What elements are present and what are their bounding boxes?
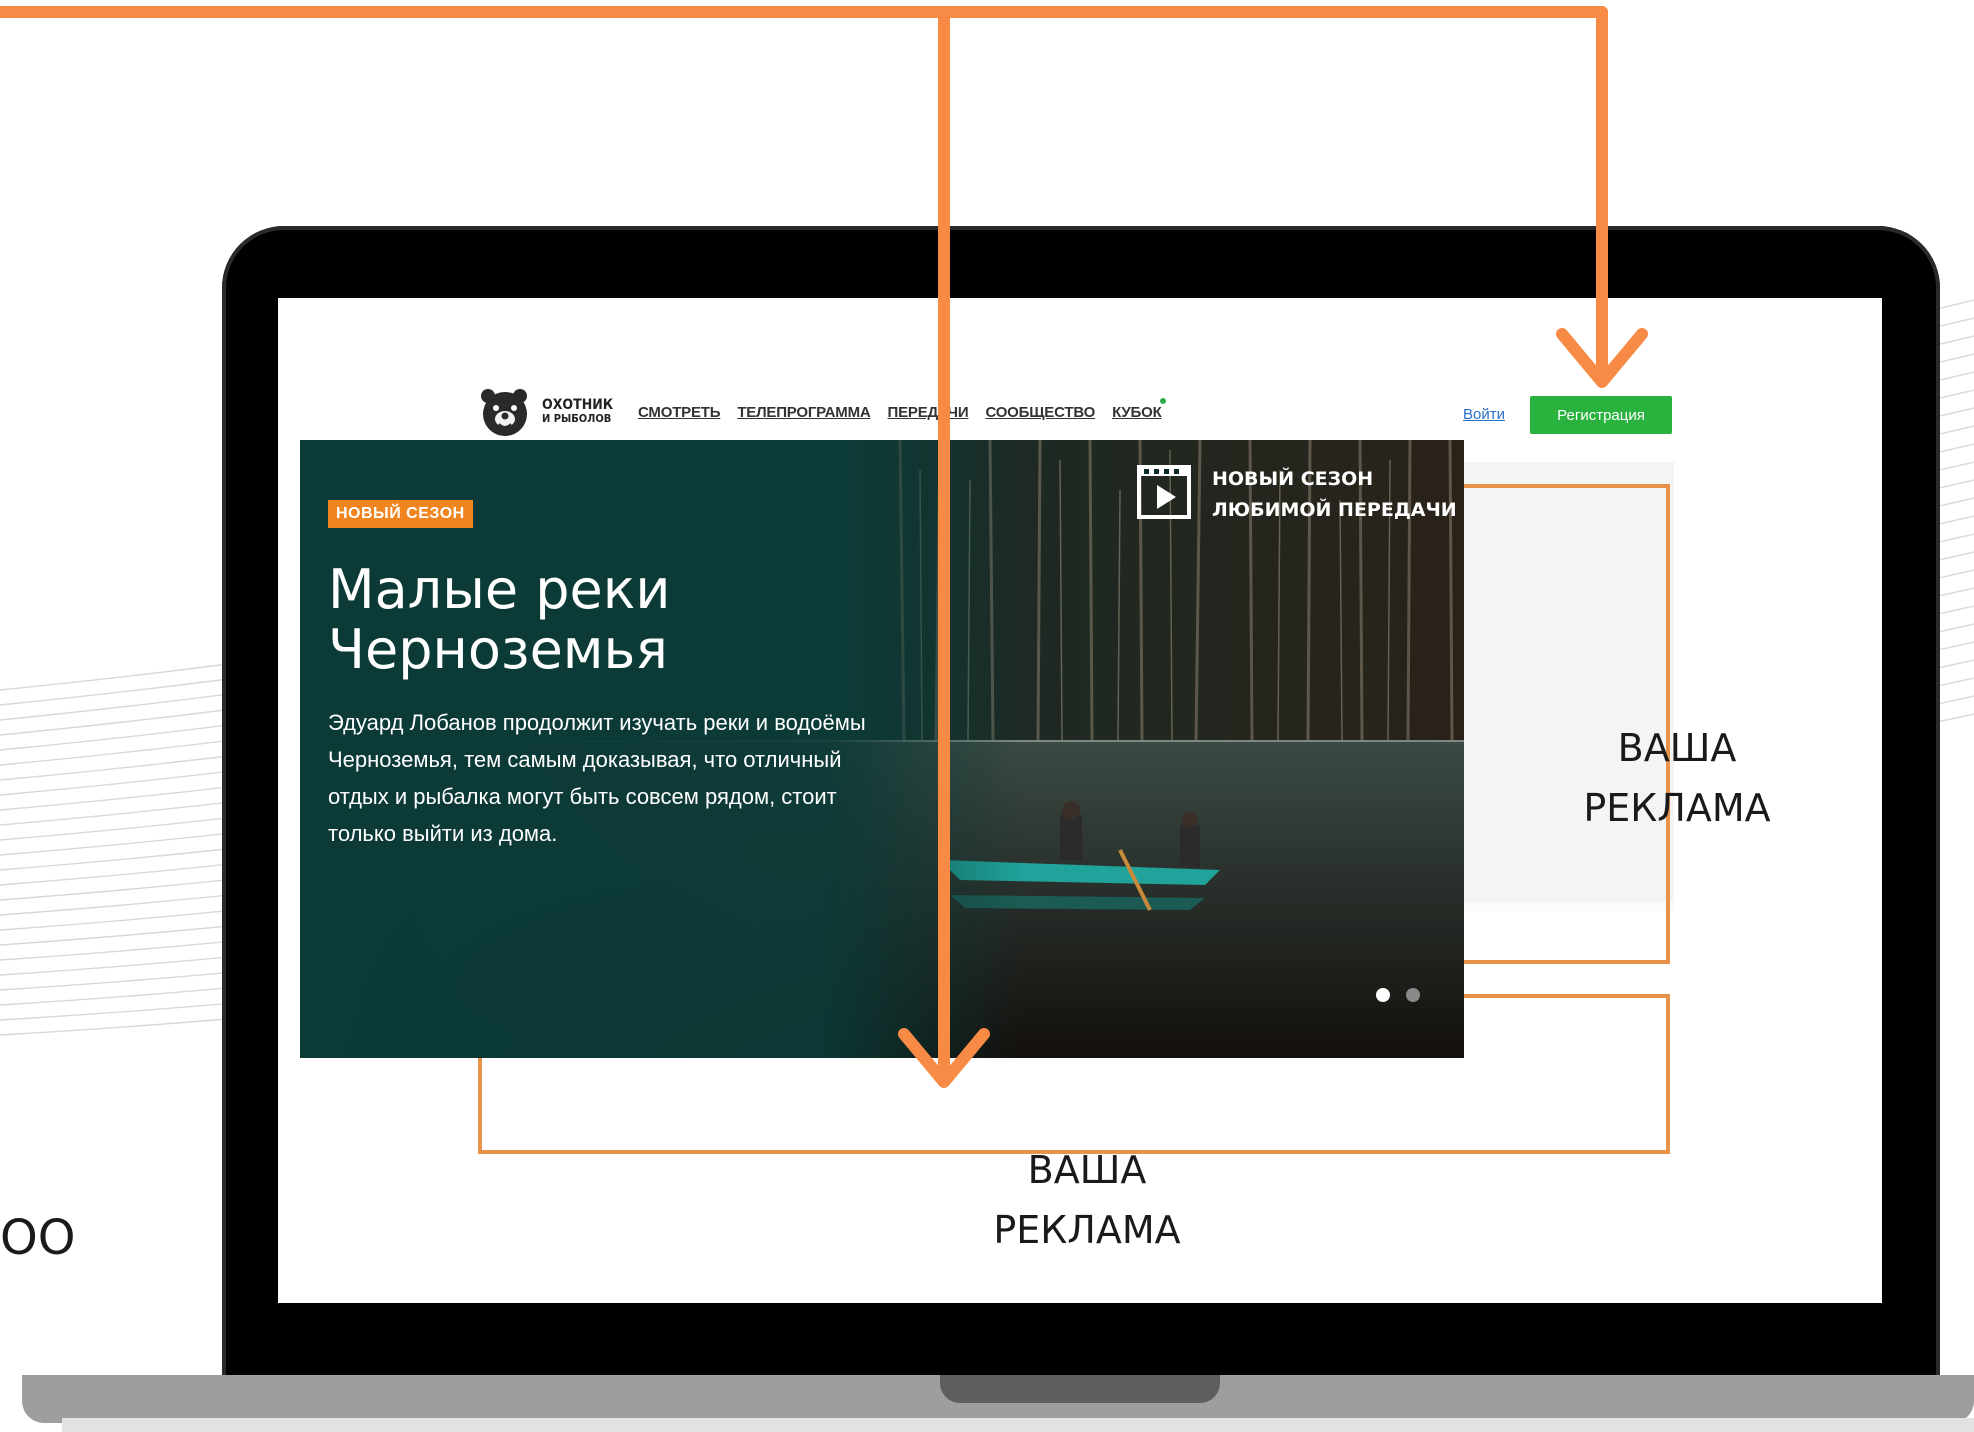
hero-banner[interactable]: НОВЫЙ СЕЗОН Малые реки Черноземья Эдуард… bbox=[300, 440, 1464, 1058]
laptop-base-shadow bbox=[62, 1418, 1974, 1432]
new-season-promo[interactable]: НОВЫЙ СЕЗОН ЛЮБИМОЙ ПЕРЕДАЧИ bbox=[1136, 464, 1457, 526]
ad-label-bottom-line1: ВАША bbox=[1027, 1148, 1147, 1192]
new-season-badge: НОВЫЙ СЕЗОН bbox=[328, 500, 473, 528]
bear-icon bbox=[481, 389, 527, 436]
hero-title: Малые реки Черноземья bbox=[328, 558, 671, 681]
nav-item-cup[interactable]: КУБОК bbox=[1112, 404, 1162, 421]
login-link[interactable]: Войти bbox=[1463, 406, 1505, 423]
slider-dot[interactable] bbox=[1406, 988, 1420, 1002]
ad-label-right-line1: ВАША bbox=[1617, 726, 1737, 770]
season-line1: НОВЫЙ СЕЗОН bbox=[1212, 468, 1374, 490]
laptop-notch bbox=[940, 1375, 1220, 1403]
play-icon bbox=[1137, 465, 1191, 519]
background-partial-text: OO bbox=[0, 1210, 76, 1266]
season-text: НОВЫЙ СЕЗОН ЛЮБИМОЙ ПЕРЕДАЧИ bbox=[1212, 464, 1457, 526]
main-nav: СМОТРЕТЬ ТЕЛЕПРОГРАММА ПЕРЕДАЧИ СООБЩЕСТ… bbox=[638, 404, 1162, 421]
nav-item-watch[interactable]: СМОТРЕТЬ bbox=[638, 404, 721, 421]
nav-notification-dot bbox=[1160, 398, 1166, 404]
ad-label-bottom: ВАША РЕКЛАМА bbox=[955, 1140, 1219, 1260]
slider-dot-active[interactable] bbox=[1376, 988, 1390, 1002]
logo-line2: И РЫБОЛОВ bbox=[542, 412, 612, 425]
ad-label-right-line2: РЕКЛАМА bbox=[1583, 786, 1771, 830]
register-button[interactable]: Регистрация bbox=[1530, 396, 1672, 434]
ad-label-right: ВАША РЕКЛАМА bbox=[1545, 718, 1809, 838]
logo-line1: ОХОТНИК bbox=[542, 397, 614, 413]
logo-text: ОХОТНИК И РЫБОЛОВ bbox=[542, 397, 614, 425]
season-line2: ЛЮБИМОЙ ПЕРЕДАЧИ bbox=[1212, 499, 1457, 521]
nav-item-community[interactable]: СООБЩЕСТВО bbox=[985, 404, 1095, 421]
site-logo[interactable]: ОХОТНИК И РЫБОЛОВ bbox=[478, 386, 613, 438]
nav-item-shows[interactable]: ПЕРЕДАЧИ bbox=[888, 404, 969, 421]
ad-label-bottom-line2: РЕКЛАМА bbox=[993, 1208, 1181, 1252]
hero-description: Эдуард Лобанов продолжит изучать реки и … bbox=[328, 710, 866, 846]
slider-dots bbox=[1376, 988, 1420, 1002]
nav-item-tv-program[interactable]: ТЕЛЕПРОГРАММА bbox=[737, 404, 870, 421]
